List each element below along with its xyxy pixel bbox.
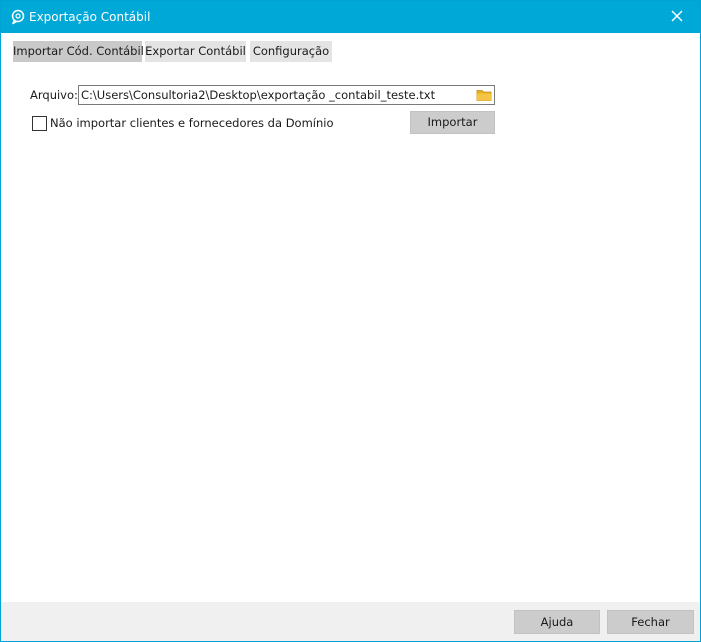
tab-exportar-contabil[interactable]: Exportar Contábil [145,41,246,62]
file-path-input[interactable] [81,86,471,104]
help-button[interactable]: Ajuda [514,610,600,634]
folder-icon [476,90,492,101]
tab-label: Importar Cód. Contábil [13,44,144,58]
tab-importar-cod-contabil[interactable]: Importar Cód. Contábil [13,41,144,62]
file-label: Arquivo: [30,88,78,102]
close-window-button[interactable] [654,1,700,33]
title-bar[interactable]: Exportação Contábil [1,1,700,33]
close-icon [671,9,683,25]
tab-label: Exportar Contábil [145,44,246,58]
chat-bubble-icon [10,9,26,25]
export-dialog-window: Exportação Contábil Importar Cód. Contáb… [0,0,701,642]
import-button[interactable]: Importar [410,111,495,134]
browse-folder-button[interactable] [475,87,493,103]
tab-configuracao[interactable]: Configuração [250,41,332,62]
skip-dominio-label: Não importar clientes e fornecedores da … [50,116,334,130]
dialog-footer: Ajuda Fechar [1,602,700,641]
tab-label: Configuração [252,44,330,58]
window-title: Exportação Contábil [29,10,151,24]
close-button[interactable]: Fechar [607,610,694,634]
skip-dominio-checkbox[interactable] [32,116,47,131]
file-path-field[interactable] [78,85,495,105]
